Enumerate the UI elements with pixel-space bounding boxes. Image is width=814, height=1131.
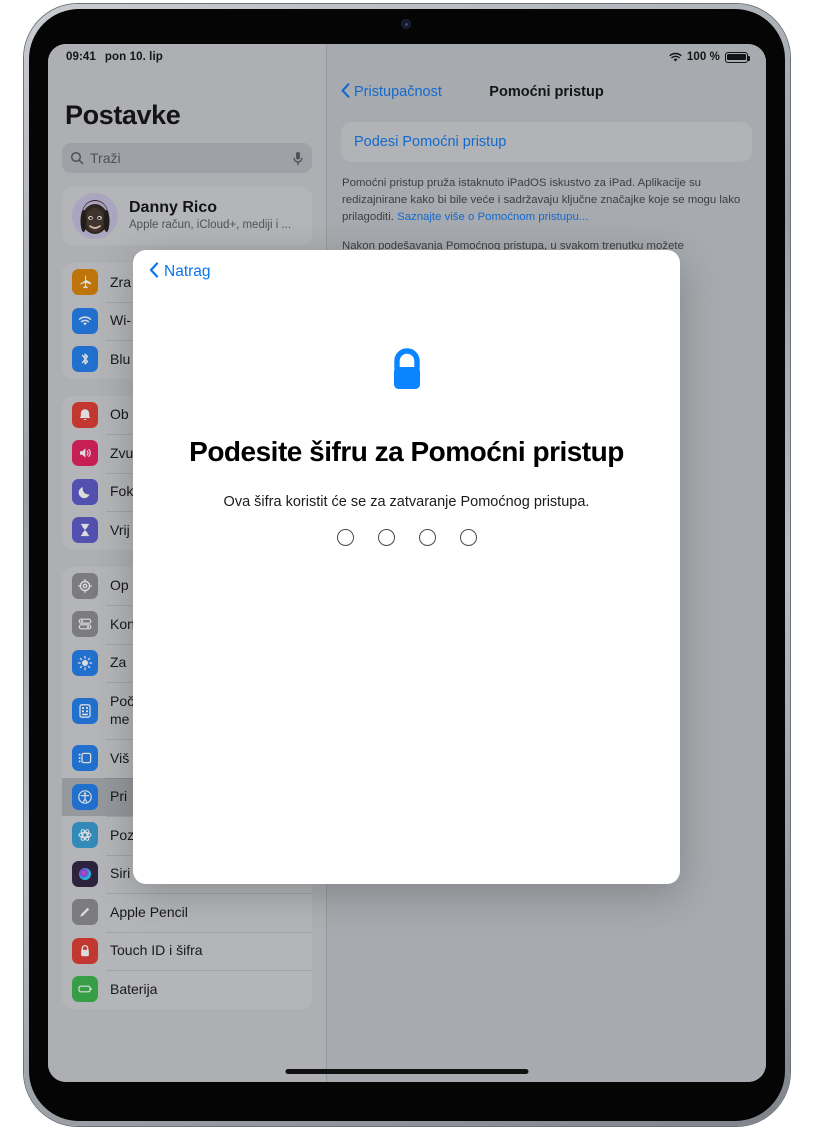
modal-back-label: Natrag	[164, 263, 211, 280]
home-indicator[interactable]	[285, 1069, 529, 1074]
status-bar-time: 09:41	[66, 51, 96, 63]
passcode-dot	[459, 529, 477, 546]
passcode-setup-modal: Natrag Podesite šifru za Pomoćni pristup…	[133, 250, 680, 884]
passcode-dot	[418, 529, 436, 546]
modal-nav-bar: Natrag	[133, 250, 680, 294]
modal-subtitle: Ova šifra koristit će se za zatvaranje P…	[223, 494, 590, 510]
passcode-field[interactable]	[133, 529, 680, 546]
modal-back-button[interactable]: Natrag	[149, 261, 211, 283]
ipad-screen: 09:41 pon 10. lip 100 % Postavke Traži D…	[48, 44, 766, 1082]
passcode-dot	[336, 529, 354, 546]
modal-content: Podesite šifru za Pomoćni pristup Ova ši…	[133, 294, 680, 546]
lock-icon	[133, 346, 680, 398]
status-bar-date: pon 10. lip	[104, 51, 163, 63]
status-bar: 09:41 pon 10. lip 100 %	[48, 44, 766, 70]
modal-title: Podesite šifru za Pomoćni pristup	[189, 436, 624, 467]
battery-percent-label: 100 %	[686, 51, 720, 63]
passcode-dot	[377, 529, 395, 546]
chevron-left-icon	[149, 261, 159, 283]
ipad-device: 09:41 pon 10. lip 100 % Postavke Traži D…	[0, 0, 814, 1131]
front-camera-icon	[401, 19, 411, 29]
wifi-icon	[669, 52, 682, 63]
battery-icon	[725, 51, 750, 63]
